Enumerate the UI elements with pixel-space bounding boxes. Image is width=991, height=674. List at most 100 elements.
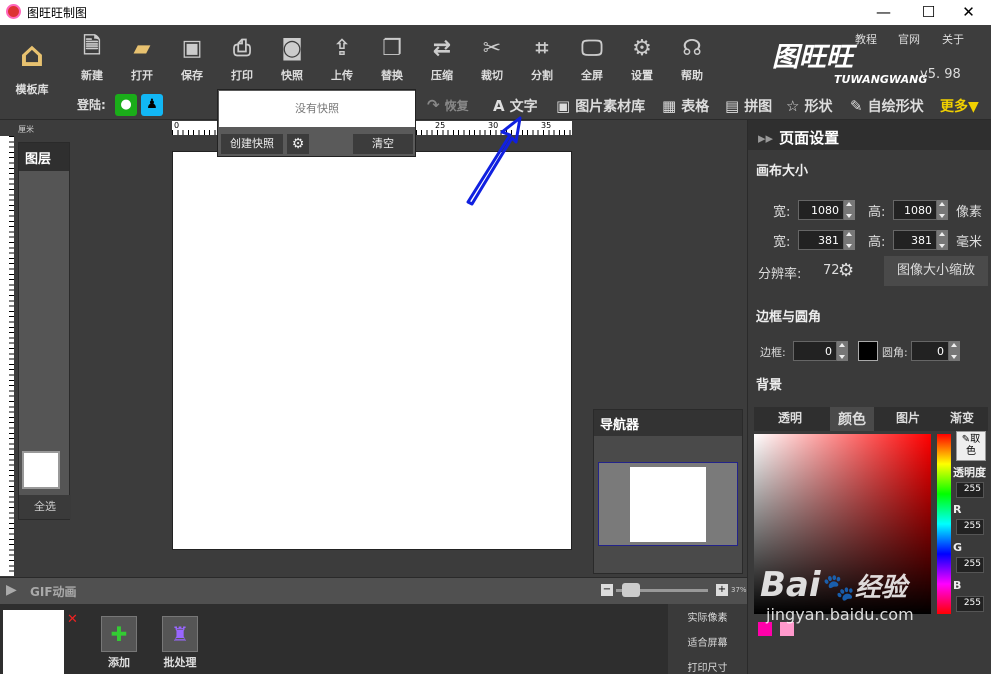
width-label: 宽:: [773, 205, 791, 220]
baidu-watermark: Bai🐾经验 jingyan.baidu.com: [760, 565, 990, 665]
replace-button[interactable]: ❐ 替换: [370, 33, 414, 83]
zoom-in-button[interactable]: +: [716, 584, 728, 596]
table-tool-button[interactable]: ▦ 表格: [662, 96, 709, 116]
background-tabs: 透明 颜色 图片 渐变: [754, 407, 988, 431]
border-label: 边框:: [760, 346, 786, 359]
watermark-url: jingyan.baidu.com: [766, 605, 914, 624]
image-library-button[interactable]: ▣ 图片素材库: [556, 96, 645, 116]
freeform-shape-button[interactable]: ✎ 自绘形状: [850, 96, 924, 116]
help-button[interactable]: ☊ 帮助: [670, 33, 714, 83]
login-label: 登陆:: [77, 98, 106, 112]
border-input[interactable]: 0: [793, 341, 837, 361]
height-mm-stepper[interactable]: [937, 230, 948, 250]
shape-tool-button[interactable]: ☆ 形状: [786, 96, 832, 116]
navigator-viewport[interactable]: [598, 462, 738, 546]
width-px-input[interactable]: 1080: [798, 200, 844, 220]
frame-thumbnail[interactable]: [3, 610, 64, 674]
tab-color[interactable]: 颜色: [830, 407, 874, 431]
zoom-slider-handle[interactable]: [622, 583, 640, 597]
zoom-level: 37%: [731, 586, 747, 594]
crop-button[interactable]: ✂ 裁切: [470, 33, 514, 83]
scissors-icon: ✂: [482, 35, 502, 61]
resolution-gear-icon[interactable]: ⚙: [838, 260, 854, 281]
save-button[interactable]: ▣ 保存: [170, 33, 214, 83]
height-px-input[interactable]: 1080: [893, 200, 937, 220]
batch-process-button[interactable]: ♜ 批处理: [162, 616, 198, 670]
snapshot-settings-icon[interactable]: ⚙: [287, 134, 309, 154]
vertical-ruler: [0, 136, 14, 576]
play-icon[interactable]: ▶: [6, 582, 17, 598]
minimize-button[interactable]: —: [861, 0, 906, 25]
radius-stepper[interactable]: [949, 341, 960, 361]
replace-icon: ❐: [382, 35, 402, 61]
brand-logo: 图旺旺: [772, 42, 853, 73]
image-library-label: 图片素材库: [575, 99, 646, 115]
border-heading: 边框与圆角: [756, 310, 822, 325]
compress-label: 压缩: [431, 69, 453, 82]
qq-login-icon[interactable]: ♟: [141, 94, 163, 116]
radius-label: 圆角:: [882, 346, 908, 359]
gif-bar: ▶ GIF动画 − + 37%: [0, 577, 747, 604]
drawing-canvas[interactable]: [172, 151, 572, 550]
tutorial-link[interactable]: 教程: [855, 31, 877, 47]
border-stepper[interactable]: [837, 341, 848, 361]
width-mm-input[interactable]: 381: [798, 230, 844, 250]
about-link[interactable]: 关于: [942, 31, 964, 47]
width-px-stepper[interactable]: [844, 200, 855, 220]
template-library-button[interactable]: ⌂ 模板库: [6, 33, 58, 97]
clear-snapshots-button[interactable]: 清空: [353, 134, 413, 154]
compress-button[interactable]: ⇄ 压缩: [420, 33, 464, 83]
fit-screen-button[interactable]: 适合屏幕: [668, 634, 747, 649]
close-button[interactable]: ✕: [946, 0, 991, 25]
opacity-input[interactable]: 255: [956, 482, 984, 498]
window-title: 图旺旺制图: [27, 6, 88, 20]
maximize-button[interactable]: ☐: [906, 0, 951, 25]
width-mm-label: 宽:: [773, 235, 791, 250]
navigator-title: 导航器: [594, 410, 742, 436]
layer-thumbnail[interactable]: [22, 451, 60, 489]
fullscreen-button[interactable]: 🖵 全屏: [570, 33, 614, 83]
print-button[interactable]: ⎙ 打印: [220, 33, 264, 83]
select-all-button[interactable]: 全选: [19, 495, 71, 519]
gear-icon: ⚙: [632, 35, 652, 61]
tab-gradient[interactable]: 渐变: [950, 409, 974, 426]
wechat-login-icon[interactable]: ●: [115, 94, 137, 116]
frames-strip: ✕ ✚ 添加 ♜ 批处理 实际像素 适合屏幕 打印尺寸: [0, 604, 747, 674]
expand-icon: ▸▸: [758, 129, 774, 147]
border-color-swatch[interactable]: [858, 341, 878, 361]
tab-image[interactable]: 图片: [896, 409, 920, 426]
width-mm-stepper[interactable]: [844, 230, 855, 250]
fullscreen-label: 全屏: [581, 69, 603, 82]
open-button[interactable]: ▰ 打开: [120, 33, 164, 83]
eyedropper-button[interactable]: ✎取色: [956, 431, 986, 461]
tab-transparent[interactable]: 透明: [778, 409, 802, 426]
height-mm-input[interactable]: 381: [893, 230, 937, 250]
resolution-label: 分辨率:: [758, 267, 802, 282]
print-size-button[interactable]: 打印尺寸: [668, 659, 747, 674]
floppy-icon: ▣: [181, 35, 203, 61]
title-bar: 图旺旺制图 — ☐ ✕: [0, 0, 991, 25]
actual-pixels-button[interactable]: 实际像素: [668, 609, 747, 624]
split-button[interactable]: ⌗ 分割: [520, 33, 564, 83]
monitor-icon: 🖵: [581, 35, 603, 61]
delete-frame-icon[interactable]: ✕: [67, 612, 78, 627]
table-tool-label: 表格: [681, 99, 710, 115]
red-input[interactable]: 255: [956, 519, 984, 535]
create-snapshot-button[interactable]: 创建快照: [221, 134, 283, 154]
new-button[interactable]: 🗎 新建: [70, 33, 114, 83]
height-label: 高:: [868, 205, 886, 220]
page-settings-title-text: 页面设置: [779, 129, 840, 147]
snapshot-button[interactable]: ◙ 快照: [270, 33, 314, 83]
upload-button[interactable]: ⇪ 上传: [320, 33, 364, 83]
add-frame-button[interactable]: ✚ 添加: [101, 616, 137, 670]
crop-label: 裁切: [481, 69, 503, 82]
radius-input[interactable]: 0: [911, 341, 949, 361]
website-link[interactable]: 官网: [898, 31, 920, 47]
more-button[interactable]: 更多▼: [940, 96, 979, 116]
opacity-label: 透明度: [953, 466, 986, 479]
height-px-stepper[interactable]: [937, 200, 948, 220]
settings-button[interactable]: ⚙ 设置: [620, 33, 664, 83]
zoom-out-button[interactable]: −: [601, 584, 613, 596]
collage-tool-button[interactable]: ▤ 拼图: [725, 96, 772, 116]
resize-image-button[interactable]: 图像大小缩放: [884, 256, 988, 286]
